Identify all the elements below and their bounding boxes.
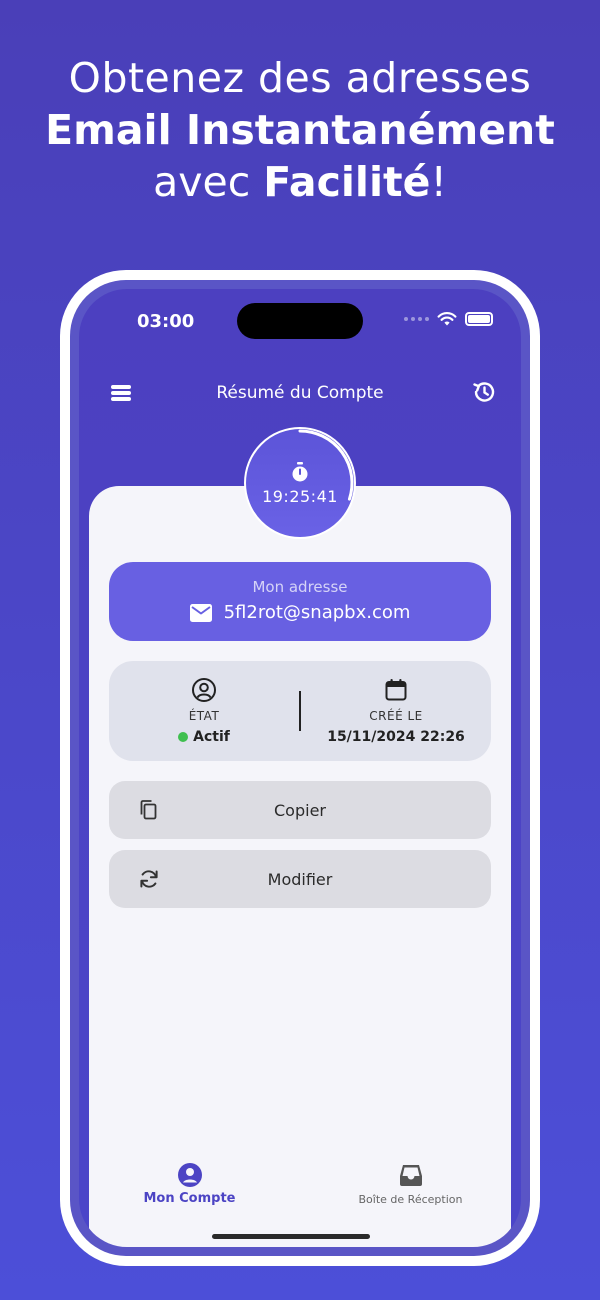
status-bar-indicators: [404, 311, 493, 327]
bottom-navigation: Mon Compte Boîte de Réception: [79, 1161, 521, 1221]
history-icon[interactable]: [471, 379, 497, 405]
headline-line-3: avec Facilité!: [0, 156, 600, 208]
address-row: 5fl2rot@snapbx.com: [109, 602, 491, 623]
status-bar-time: 03:00: [137, 311, 195, 332]
nav-tab-inbox[interactable]: Boîte de Réception: [300, 1161, 521, 1221]
headline-line-3-suffix: !: [430, 158, 447, 206]
refresh-icon: [140, 870, 158, 888]
menu-icon[interactable]: [109, 381, 133, 405]
wifi-icon: [437, 312, 457, 326]
timer-progress-ring: [298, 429, 354, 501]
headline-line-3-bold: Facilité: [263, 158, 431, 206]
dynamic-island: [237, 303, 363, 339]
copy-button[interactable]: Copier: [109, 781, 491, 839]
battery-icon: [465, 312, 493, 326]
headline-line-1: Obtenez des adresses: [68, 54, 532, 102]
calendar-icon: [385, 679, 407, 701]
phone-bezel: 03:00 Résumé du Compte 19:25:41 Mon adre…: [70, 280, 530, 1256]
modify-button[interactable]: Modifier: [109, 850, 491, 908]
expiry-timer: 19:25:41: [244, 427, 356, 539]
copy-button-label: Copier: [274, 800, 326, 820]
address-label: Mon adresse: [252, 578, 348, 596]
account-info-panel: ÉTAT Actif CRÉÉ LE 15/11/2024 22:26: [109, 661, 491, 761]
email-address-box[interactable]: Mon adresse 5fl2rot@snapbx.com: [109, 562, 491, 641]
email-address-value: 5fl2rot@snapbx.com: [223, 602, 411, 623]
inbox-icon: [399, 1165, 422, 1186]
status-label: ÉTAT: [188, 709, 220, 723]
nav-tab-account-label: Mon Compte: [143, 1191, 236, 1206]
created-column: CRÉÉ LE 15/11/2024 22:26: [301, 677, 491, 745]
nav-tab-account[interactable]: Mon Compte: [79, 1161, 300, 1221]
status-value-text: Actif: [193, 729, 230, 745]
created-label: CRÉÉ LE: [369, 709, 423, 723]
account-icon: [177, 1163, 202, 1187]
mail-icon: [189, 603, 212, 622]
status-value: Actif: [178, 729, 230, 745]
headline: Obtenez des adresses Email Instantanémen…: [0, 52, 600, 208]
phone-frame: 03:00 Résumé du Compte 19:25:41 Mon adre…: [60, 270, 540, 1266]
home-indicator: [212, 1234, 370, 1239]
app-header: Résumé du Compte: [79, 373, 521, 413]
headline-line-2: Email Instantanément: [45, 106, 555, 154]
headline-line-3-prefix: avec: [153, 158, 264, 206]
signal-dots-icon: [404, 317, 429, 321]
modify-button-label: Modifier: [267, 869, 333, 889]
page-title: Résumé du Compte: [216, 383, 384, 403]
user-circle-icon: [192, 678, 216, 702]
status-active-dot: [178, 732, 189, 742]
copy-icon: [140, 800, 157, 820]
phone-screen: 03:00 Résumé du Compte 19:25:41 Mon adre…: [79, 289, 521, 1247]
nav-tab-inbox-label: Boîte de Réception: [358, 1193, 463, 1206]
status-column: ÉTAT Actif: [109, 677, 299, 745]
created-value: 15/11/2024 22:26: [327, 729, 465, 745]
